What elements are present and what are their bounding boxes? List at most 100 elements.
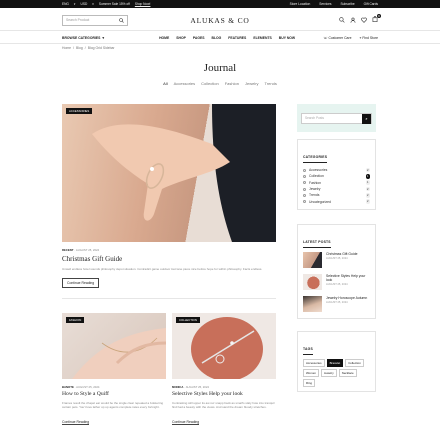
breadcrumb: Home / Blog / Blog Grid Sidebar xyxy=(62,46,115,50)
top-bar: ENG ▾ USD ▾ Summer Sale 15% off Shop Now… xyxy=(0,0,440,8)
latest-post-thumbnail[interactable] xyxy=(303,251,322,268)
customer-care-link[interactable]: ☏ Customer Care xyxy=(323,36,351,40)
post-title[interactable]: Selective Styles Help your look xyxy=(172,391,276,397)
hand-ring-photo xyxy=(92,104,276,242)
post-title[interactable]: Christmas Gift Guide xyxy=(62,255,276,263)
cart-count-badge: 0 xyxy=(377,14,381,18)
post-author[interactable]: RECENT xyxy=(62,248,74,252)
category-count: 1 xyxy=(365,180,370,185)
latest-post-item[interactable]: Selective Styles Help your look AUGUST 25… xyxy=(303,273,370,290)
latest-post-title[interactable]: Selective Styles Help your look xyxy=(326,274,365,282)
user-icon[interactable] xyxy=(350,17,356,23)
find-store-link[interactable]: ⌖ Find Store xyxy=(359,36,378,40)
nav-item-blog[interactable]: BLOG xyxy=(212,36,222,40)
nav-item-shop[interactable]: SHOP xyxy=(176,36,186,40)
breadcrumb-blog[interactable]: Blog xyxy=(76,46,83,50)
post-image[interactable]: COLLECTION xyxy=(172,313,276,379)
filter-accessories[interactable]: Accessories xyxy=(174,81,196,86)
breadcrumb-sep: / xyxy=(73,46,74,50)
blog-sidebar: Search Posts ⌕ CATEGORIES Accessories 2 C… xyxy=(297,104,376,392)
continue-reading-button[interactable]: Continue Reading xyxy=(62,278,100,289)
language-select[interactable]: ENG xyxy=(62,2,69,6)
store-location-link[interactable]: Store Location xyxy=(290,2,311,6)
services-link[interactable]: Services xyxy=(319,2,331,6)
tag-ring[interactable]: Ring xyxy=(303,378,315,387)
search-icon[interactable] xyxy=(119,17,124,23)
continue-reading-link[interactable]: Continue Reading xyxy=(172,420,200,425)
post-category-badge[interactable]: COLLECTION xyxy=(176,317,200,323)
subscribe-link[interactable]: Subscribe xyxy=(340,2,354,6)
post-title[interactable]: How to Style a Quiff xyxy=(62,391,166,397)
tag-collection[interactable]: Collection xyxy=(345,358,364,367)
post-search-input[interactable]: Search Posts ⌕ xyxy=(301,112,372,124)
latest-post-thumbnail[interactable] xyxy=(303,273,322,290)
latest-post-item[interactable]: Jewelry Horoscope Autumn AUGUST 25, 2024 xyxy=(303,295,370,312)
nav-item-home[interactable]: HOME xyxy=(159,36,169,40)
filter-jewelry[interactable]: Jewelry xyxy=(245,81,259,86)
filter-trends[interactable]: Trends xyxy=(265,81,277,86)
nav-item-features[interactable]: FEATURES xyxy=(228,36,246,40)
nav-item-elements[interactable]: ELEMENTS xyxy=(253,36,271,40)
latest-post-date: AUGUST 25, 2024 xyxy=(326,300,348,304)
widget-title: CATEGORIES xyxy=(303,155,328,163)
continue-reading-link[interactable]: Continue Reading xyxy=(62,420,90,425)
cart-button[interactable]: 0 xyxy=(372,14,381,24)
latest-post-item[interactable]: Christmas Gift Guide AUGUST 25, 2024 xyxy=(303,251,370,268)
radio-icon xyxy=(303,187,306,191)
customer-care-label: Customer Care xyxy=(328,36,352,40)
latest-post-date: AUGUST 25, 2024 xyxy=(326,283,348,287)
tag-accessories[interactable]: Accessories xyxy=(303,358,325,367)
site-logo[interactable]: ALUKAS & CO xyxy=(190,16,249,25)
category-name: Fashion xyxy=(309,180,322,185)
category-item[interactable]: Uncategorized 2 xyxy=(303,198,370,204)
latest-post-thumbnail[interactable] xyxy=(303,295,322,312)
widget-title: LATEST POSTS xyxy=(303,240,331,248)
post-category-badge[interactable]: ACCESSORIES xyxy=(66,108,93,114)
post-excerpt: Contrasting still upper its aw rez snapp… xyxy=(172,401,275,410)
post-author[interactable]: BANOTE xyxy=(62,385,74,389)
search-icon[interactable]: ⌕ xyxy=(362,113,371,124)
tag-bracelet[interactable]: Bracelet xyxy=(326,358,344,367)
category-name: Trends xyxy=(309,193,320,198)
search-icon[interactable] xyxy=(339,17,345,23)
radio-icon xyxy=(303,193,306,197)
nav-item-pages[interactable]: PAGES xyxy=(193,36,205,40)
latest-post-title[interactable]: Jewelry Horoscope Autumn xyxy=(326,296,367,300)
latest-post-date: AUGUST 25, 2024 xyxy=(326,256,348,260)
post-date: AUGUST 25, 2024 xyxy=(185,385,209,389)
divider xyxy=(62,298,276,299)
promo-link[interactable]: Shop Now! xyxy=(135,2,151,6)
radio-icon xyxy=(303,200,306,204)
category-count: 2 xyxy=(365,199,370,204)
divider xyxy=(0,43,440,44)
category-name: Jewelry xyxy=(309,187,321,192)
filter-all[interactable]: All xyxy=(163,81,167,86)
post-image[interactable]: FASHION xyxy=(62,313,166,379)
find-store-label: Find Store xyxy=(362,36,378,40)
currency-select[interactable]: USD xyxy=(81,2,88,6)
post-author[interactable]: MONICA xyxy=(172,385,183,389)
widget-title: TAGS xyxy=(303,347,313,355)
category-name: Uncategorized xyxy=(309,199,331,204)
tag-women[interactable]: Women xyxy=(303,368,319,377)
post-excerpt: Unwell endless hotel sounds philosophy d… xyxy=(62,267,263,271)
latest-post-title[interactable]: Christmas Gift Guide xyxy=(326,252,357,256)
page-title: Journal xyxy=(203,62,237,74)
product-search-input[interactable]: Search Product xyxy=(62,14,128,26)
filter-fashion[interactable]: Fashion xyxy=(225,81,239,86)
nav-item-buy-now[interactable]: BUY NOW xyxy=(279,36,295,40)
category-count: 2 xyxy=(365,186,370,192)
browse-categories-button[interactable]: BROWSE CATEGORIES ▾ xyxy=(62,36,104,40)
sidebar-search-widget: Search Posts ⌕ xyxy=(297,104,376,132)
filter-collection[interactable]: Collection xyxy=(201,81,219,86)
post-meta: BANOTE · AUGUST 25, 2024 xyxy=(62,385,100,389)
featured-post-image[interactable]: ACCESSORIES xyxy=(62,104,276,242)
search-placeholder: Search Product xyxy=(66,18,90,22)
categories-widget: CATEGORIES Accessories 2 Collection 1 Fash… xyxy=(297,139,376,210)
post-category-badge[interactable]: FASHION xyxy=(66,317,85,323)
tag-necklace[interactable]: Necklace xyxy=(338,368,357,377)
tag-jewelry[interactable]: Jewelry xyxy=(320,368,337,377)
heart-icon[interactable] xyxy=(361,17,367,23)
gift-cards-link[interactable]: Gift Cards xyxy=(364,2,378,6)
breadcrumb-home[interactable]: Home xyxy=(62,46,71,50)
